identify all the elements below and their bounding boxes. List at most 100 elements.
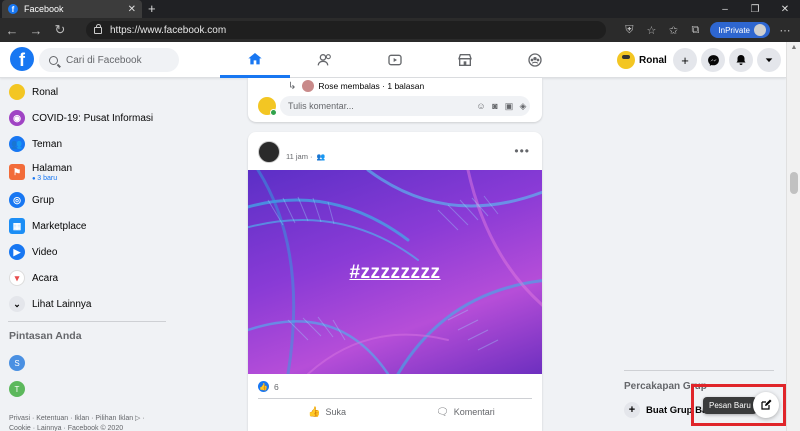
comment-label: Komentari bbox=[453, 407, 495, 417]
sidebar-item-groups[interactable]: ◎ Grup bbox=[0, 187, 170, 213]
home-icon bbox=[248, 52, 262, 64]
new-tab-button[interactable]: + bbox=[148, 1, 156, 16]
sidebar-item-profile[interactable]: Ronal bbox=[0, 79, 170, 105]
inprivate-label: InPrivate bbox=[718, 25, 750, 35]
inprivate-avatar-icon bbox=[754, 24, 766, 36]
post-image[interactable]: #zzzzzzzz bbox=[248, 170, 542, 374]
search-icon bbox=[49, 55, 58, 65]
sticker-icon[interactable]: ◈ bbox=[516, 99, 530, 113]
groups-tab-icon bbox=[528, 53, 542, 67]
like-label: Suka bbox=[325, 407, 346, 417]
sidebar-item-label: Halaman 3 baru bbox=[32, 163, 72, 182]
facebook-logo-icon[interactable]: f bbox=[10, 47, 34, 71]
sidebar-item-events[interactable]: ▾ Acara bbox=[0, 265, 170, 291]
account-menu-button[interactable] bbox=[757, 48, 781, 72]
events-icon: ▾ bbox=[9, 270, 25, 286]
like-reaction-icon: 👍 bbox=[258, 381, 269, 392]
create-button[interactable]: + bbox=[673, 48, 697, 72]
marketplace-tab-icon bbox=[458, 54, 472, 66]
tab-watch[interactable] bbox=[360, 42, 430, 78]
caret-down-icon bbox=[765, 58, 773, 63]
inprivate-badge[interactable]: InPrivate bbox=[710, 22, 770, 38]
footer-links[interactable]: Privasi · Ketentuan · Iklan · Pilihan Ik… bbox=[9, 414, 159, 431]
post-meta: 11 jam · 👥 bbox=[286, 152, 325, 161]
comment-input[interactable] bbox=[288, 101, 474, 111]
tab-groups[interactable] bbox=[500, 42, 570, 78]
search-input[interactable] bbox=[66, 54, 166, 66]
comment-box[interactable]: ☺ ◙ ▣ ◈ bbox=[280, 96, 530, 116]
pages-new-count: 3 baru bbox=[32, 175, 72, 182]
messenger-icon bbox=[707, 54, 719, 66]
audience-friends-icon[interactable]: 👥 bbox=[317, 153, 326, 161]
camera-icon[interactable]: ◙ bbox=[488, 99, 502, 113]
new-message-button[interactable] bbox=[753, 392, 779, 418]
window-close-icon[interactable]: ✕ bbox=[770, 0, 800, 18]
chevron-down-icon: ⌄ bbox=[9, 296, 25, 312]
groups-icon: ◎ bbox=[9, 192, 25, 208]
search-box[interactable] bbox=[39, 48, 179, 72]
address-bar[interactable]: https://www.facebook.com bbox=[86, 21, 606, 39]
settings-more-icon[interactable]: ⋯ bbox=[774, 21, 796, 39]
refresh-icon[interactable]: ↻ bbox=[48, 18, 72, 42]
scroll-thumb[interactable] bbox=[790, 172, 798, 194]
sidebar-item-label: Teman bbox=[32, 138, 63, 150]
actions-divider bbox=[258, 398, 532, 399]
pages-label: Halaman bbox=[32, 162, 73, 174]
right-divider bbox=[624, 370, 774, 371]
tab-friends[interactable] bbox=[290, 42, 360, 78]
tracking-prevention-icon[interactable]: ⛨ bbox=[618, 21, 640, 39]
shortcut-item[interactable]: T bbox=[0, 376, 170, 402]
sidebar-item-pages[interactable]: ⚑ Halaman 3 baru bbox=[0, 157, 170, 187]
sidebar-item-see-more[interactable]: ⌄ Lihat Lainnya bbox=[0, 291, 170, 317]
previous-post-comments: ↳ Rose membalas · 1 balasan ☺ ◙ ▣ ◈ bbox=[248, 78, 542, 122]
forward-arrow-icon[interactable]: → bbox=[24, 18, 48, 42]
sidebar-item-label: Acara bbox=[32, 272, 59, 284]
browser-tabstrip: f Facebook ✕ + – ❐ ✕ bbox=[0, 0, 800, 18]
profile-chip[interactable]: Ronal bbox=[617, 49, 667, 71]
like-count: 6 bbox=[274, 381, 279, 392]
plus-icon: + bbox=[624, 402, 640, 418]
sidebar-item-covid[interactable]: ◉ COVID-19: Pusat Informasi bbox=[0, 105, 170, 131]
restore-icon[interactable]: ❐ bbox=[740, 0, 770, 18]
gif-icon[interactable]: ▣ bbox=[502, 99, 516, 113]
collections-icon[interactable]: ⧉ bbox=[684, 21, 706, 39]
friends-icon: 👥 bbox=[9, 136, 25, 152]
back-arrow-icon[interactable]: ← bbox=[0, 18, 24, 42]
sidebar-item-label: Ronal bbox=[32, 86, 59, 98]
shortcuts-title: Pintasan Anda bbox=[9, 330, 82, 342]
author-avatar[interactable] bbox=[258, 141, 280, 163]
video-icon: ▶ bbox=[9, 244, 25, 260]
post-hashtag[interactable]: #zzzzzzzz bbox=[248, 262, 542, 284]
sidebar-item-label: Video bbox=[32, 246, 58, 258]
sidebar-item-video[interactable]: ▶ Video bbox=[0, 239, 170, 265]
scroll-up-arrow-icon[interactable]: ▲ bbox=[787, 44, 800, 51]
sidebar-item-friends[interactable]: 👥 Teman bbox=[0, 131, 170, 157]
favorite-star-icon[interactable]: ☆ bbox=[640, 21, 662, 39]
page-scrollbar[interactable]: ▲ bbox=[786, 42, 800, 431]
post-more-options-icon[interactable]: ••• bbox=[514, 144, 530, 158]
sidebar-item-marketplace[interactable]: ▦ Marketplace bbox=[0, 213, 170, 239]
browser-tab-facebook[interactable]: f Facebook ✕ bbox=[2, 0, 142, 18]
thumbs-up-icon: 👍 bbox=[308, 406, 321, 418]
reactions-summary[interactable]: 👍 6 bbox=[258, 381, 279, 392]
post-time[interactable]: 11 jam bbox=[286, 152, 308, 161]
tab-close-icon[interactable]: ✕ bbox=[128, 4, 136, 15]
replies-link[interactable]: ↳ Rose membalas · 1 balasan bbox=[288, 80, 424, 92]
audience-separator: · bbox=[307, 152, 313, 161]
replier-avatar bbox=[302, 80, 315, 92]
user-avatar bbox=[258, 97, 277, 116]
tab-home[interactable] bbox=[220, 42, 290, 78]
minimize-icon[interactable]: – bbox=[710, 0, 740, 18]
comment-composer: ☺ ◙ ▣ ◈ bbox=[258, 96, 530, 116]
favorites-list-icon[interactable]: ✩ bbox=[662, 21, 684, 39]
sidebar-item-label: COVID-19: Pusat Informasi bbox=[32, 112, 154, 124]
messenger-button[interactable] bbox=[701, 48, 725, 72]
compose-icon bbox=[761, 399, 772, 410]
comment-button[interactable]: 🗨 Komentari bbox=[436, 404, 495, 420]
sidebar-item-label: Marketplace bbox=[32, 220, 87, 232]
shortcut-item[interactable]: S bbox=[0, 350, 170, 376]
emoji-icon[interactable]: ☺ bbox=[474, 99, 488, 113]
tab-marketplace[interactable] bbox=[430, 42, 500, 78]
notifications-button[interactable] bbox=[729, 48, 753, 72]
like-button[interactable]: 👍 Suka bbox=[308, 404, 346, 420]
